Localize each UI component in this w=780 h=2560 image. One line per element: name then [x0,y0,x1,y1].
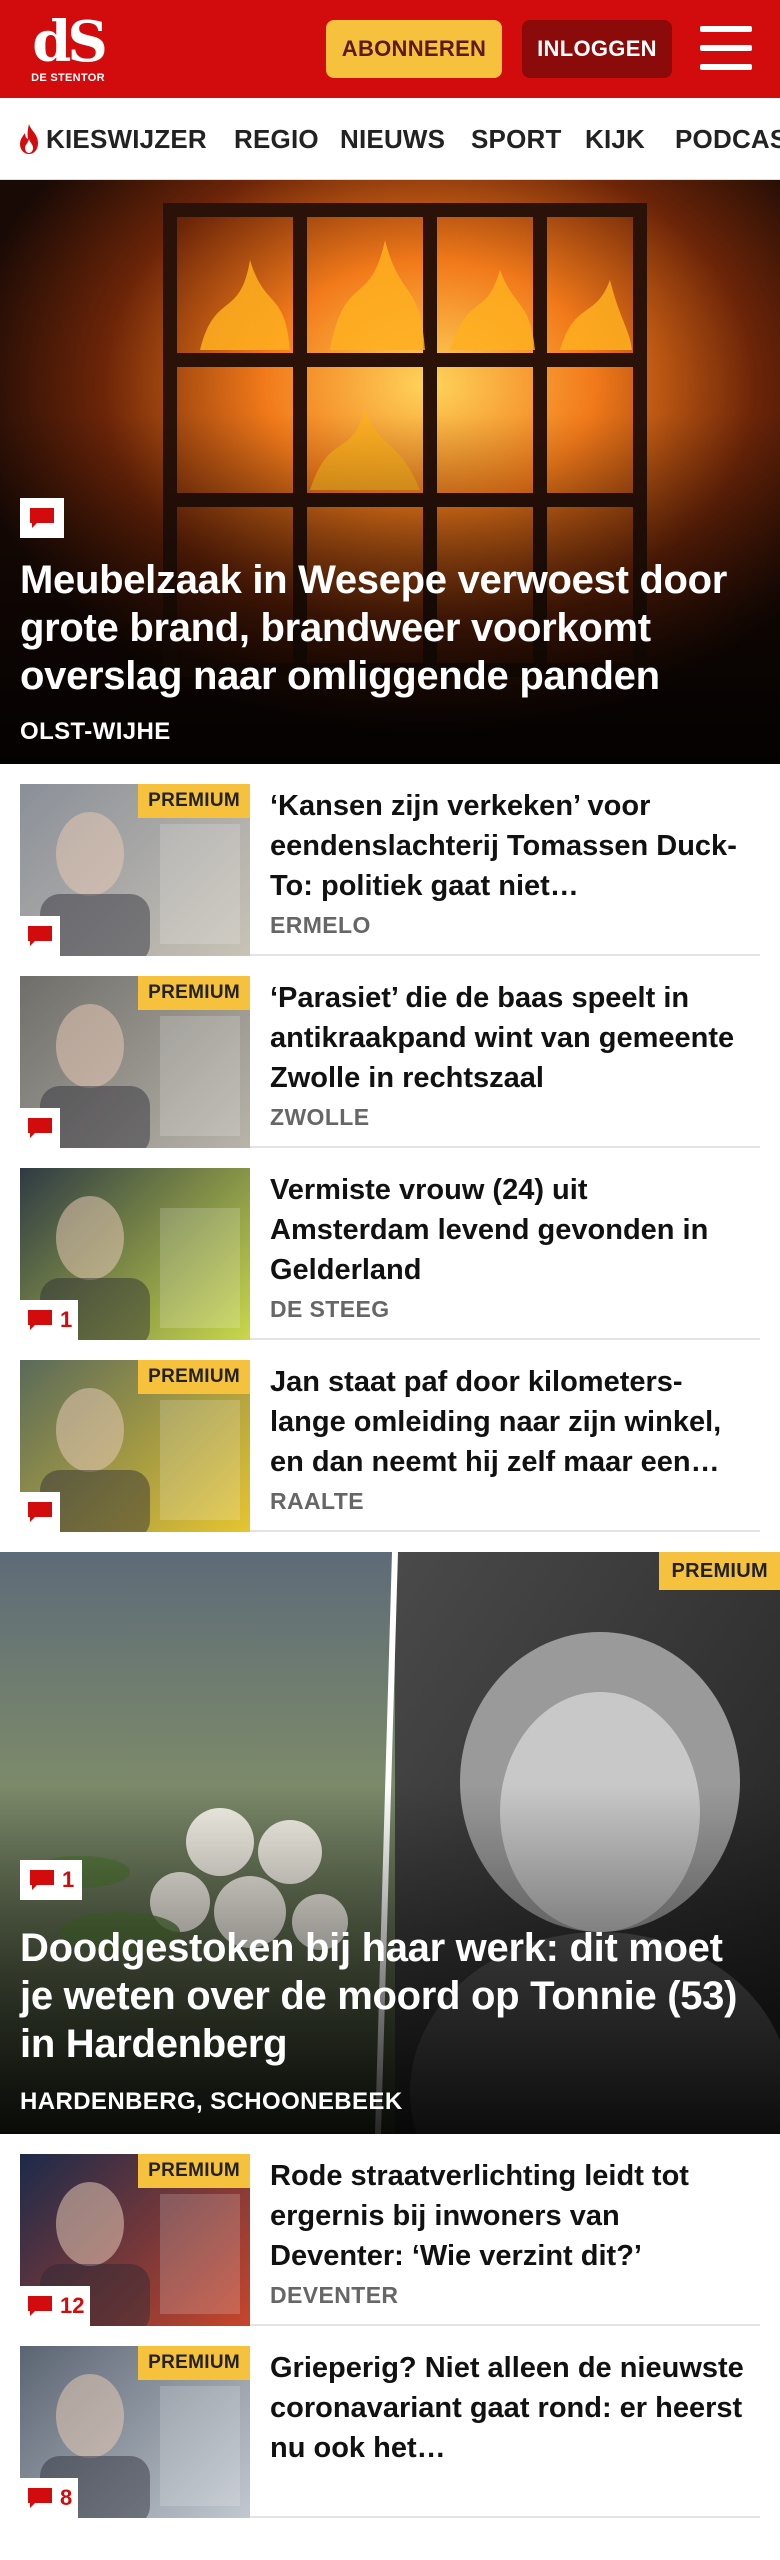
nav-item-regio[interactable]: REGIO [234,98,319,179]
nav-item-nieuws[interactable]: NIEUWS [340,98,445,179]
main-navigation: KIESWIJZER REGIO NIEUWS SPORT KIJK PODCA… [0,98,780,180]
premium-badge: PREMIUM [659,1552,780,1590]
hero-location: HARDENBERG, SCHOONEBEEK [20,2088,403,2115]
comment-badge: 1 [20,1860,83,1900]
comment-badge: 12 [20,2286,91,2326]
nav-item-kijk[interactable]: KIJK [585,98,645,179]
article-location: ERMELO [270,912,371,938]
list-item[interactable]: PREMIUM Jan staat paf door kilometers-lan… [20,1340,760,1532]
comment-count: 8 [60,2485,73,2510]
article-title[interactable]: Vermiste vrouw (24) uit Amsterdam levend… [270,1170,750,1290]
article-title[interactable]: ‘Kansen zijn verkeken’ voor eendenslacht… [270,786,750,906]
subscribe-button[interactable]: ABONNEREN [326,20,502,78]
nav-item-podcasts[interactable]: PODCASTS [675,98,780,179]
comment-count: 1 [62,1867,75,1892]
comment-icon [28,2488,52,2508]
nav-item-kieswijzer[interactable]: KIESWIJZER [16,98,207,179]
flame-icon [20,124,38,154]
comment-badge [20,1492,60,1532]
comment-badge [20,1108,60,1148]
article-thumbnail[interactable]: PREMIUM [20,1360,250,1532]
hamburger-menu-icon[interactable] [700,24,752,72]
list-item[interactable]: PREMIUM ‘Kansen zijn verkeken’ voor eende… [20,764,760,956]
comment-count: 12 [60,2293,85,2318]
article-title[interactable]: Grieperig? Niet alleen de nieuwste coron… [270,2348,750,2468]
nav-item-label: KIESWIJZER [46,123,207,154]
comment-badge: 8 [20,2478,79,2518]
comment-icon [30,1870,54,1890]
comment-icon [28,2296,52,2316]
premium-badge: PREMIUM [138,2346,250,2380]
comment-count: 1 [60,1307,73,1332]
list-item[interactable]: PREMIUM 12 Rode straatverlichting leidt to… [20,2134,760,2326]
site-logo[interactable]: dS DE STENTOR [28,12,108,90]
article-location: DEVENTER [270,2282,399,2308]
article-thumbnail[interactable]: PREMIUM 8 [20,2346,250,2518]
article-title[interactable]: Jan staat paf door kilometers-lange omle… [270,1362,750,1482]
premium-badge: PREMIUM [138,2154,250,2188]
comment-icon [30,508,54,528]
login-button[interactable]: INLOGGEN [522,20,672,78]
comment-icon [28,1310,52,1330]
comment-badge [20,916,60,956]
article-thumbnail[interactable]: PREMIUM [20,784,250,956]
article-thumbnail[interactable]: PREMIUM 12 [20,2154,250,2326]
premium-badge: PREMIUM [138,976,250,1010]
logo-mark: dS [32,9,108,75]
hero-title[interactable]: Doodgestoken bij haar werk: dit moet je … [20,1924,750,2068]
article-location: ZWOLLE [270,1104,370,1130]
hero-title[interactable]: Meubelzaak in Wesepe verwoest door grote… [20,556,750,700]
comment-icon [28,1118,52,1138]
list-item[interactable]: PREMIUM 8 Grieperig? Niet alleen de nieuws… [20,2326,760,2518]
list-item[interactable]: PREMIUM ‘Parasiet’ die de baas speelt in … [20,956,760,1148]
comment-icon [28,926,52,946]
premium-badge: PREMIUM [138,1360,250,1394]
article-thumbnail[interactable]: PREMIUM [20,976,250,1148]
article-title[interactable]: ‘Parasiet’ die de baas speelt in antikra… [270,978,750,1098]
premium-badge: PREMIUM [138,784,250,818]
article-title[interactable]: Rode straatverlichting leidt tot ergerni… [270,2156,750,2276]
article-thumbnail[interactable]: 1 [20,1168,250,1340]
comment-badge [20,498,64,538]
hero-location: OLST-WIJHE [20,718,171,745]
list-item[interactable]: 1 Vermiste vrouw (24) uit Amsterdam leven… [20,1148,760,1340]
article-location: DE STEEG [270,1296,390,1322]
article-location: RAALTE [270,1488,364,1514]
logo-subtitle: DE STENTOR [31,72,105,84]
comment-icon [28,1502,52,1522]
comment-badge: 1 [20,1300,79,1340]
hero-article-fire[interactable]: Meubelzaak in Wesepe verwoest door grote… [0,180,780,764]
nav-item-sport[interactable]: SPORT [471,98,562,179]
site-header: dS DE STENTOR ABONNEREN INLOGGEN [0,0,780,98]
hero-article-hardenberg[interactable]: PREMIUM 1 Doodgestoken bij haar werk: di… [0,1552,780,2134]
